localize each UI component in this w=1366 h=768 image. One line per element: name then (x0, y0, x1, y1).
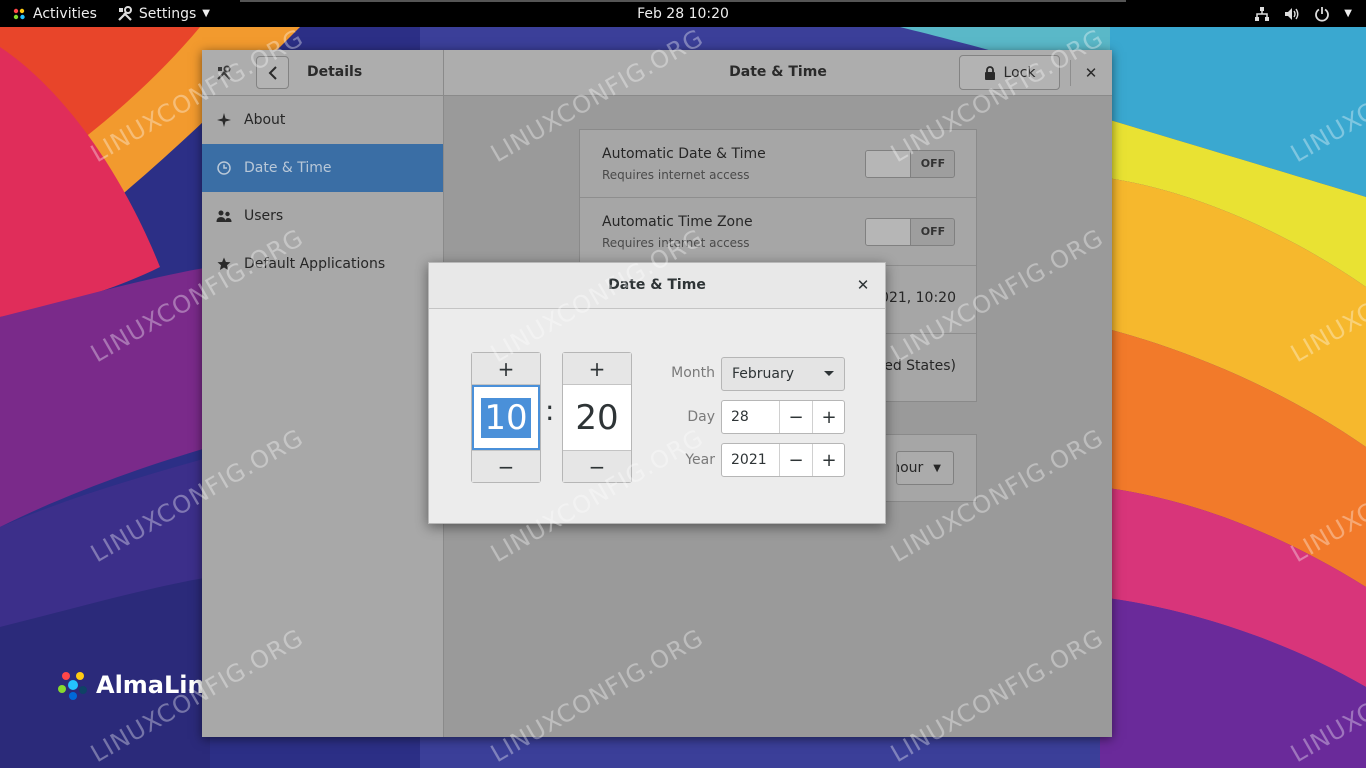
close-icon: ✕ (1084, 64, 1098, 82)
minus-icon: − (788, 449, 804, 471)
minute-value: 20 (575, 397, 619, 438)
hour-decrement-button[interactable]: − (472, 450, 540, 482)
top-bar: Activities Settings ▼ Feb 28 10:20 ▼ (0, 0, 1366, 27)
headerbar-separator (1070, 60, 1071, 86)
auto-time-zone-row[interactable]: Automatic Time Zone Requires internet ac… (580, 198, 976, 266)
day-label: Day (687, 409, 715, 425)
sidebar-item-label: Users (244, 208, 284, 224)
sidebar-item-date-time[interactable]: Date & Time (202, 144, 443, 192)
system-tray[interactable]: ▼ (1254, 0, 1352, 27)
year-spinbutton: 2021 − + (721, 443, 845, 477)
switch-label: OFF (920, 157, 946, 170)
panel-headerbar: Date & Time Lock ✕ (444, 50, 1112, 96)
sidebar-item-label: Default Applications (244, 256, 386, 272)
switch-label: OFF (920, 225, 946, 238)
chevron-left-icon (268, 65, 277, 80)
lock-button[interactable]: Lock (959, 55, 1060, 90)
minute-increment-button[interactable]: + (563, 353, 631, 385)
star-icon (216, 112, 232, 128)
month-dropdown[interactable]: February (721, 357, 845, 391)
sidebar-headerbar: Details (202, 50, 444, 96)
sidebar-item-default-applications[interactable]: Default Applications (202, 240, 443, 288)
year-label: Year (685, 452, 715, 468)
day-spinbutton: 28 − + (721, 400, 845, 434)
year-input[interactable]: 2021 (731, 452, 767, 468)
plus-icon: + (588, 356, 606, 381)
tools-icon (118, 5, 132, 21)
switch-knob (866, 219, 911, 245)
date-time-dialog: Date & Time ✕ + 10 − : + 20 − Month Febr… (428, 262, 886, 524)
date-time-value: 021, 10:20 (880, 290, 956, 306)
network-icon (1255, 6, 1270, 21)
clock[interactable]: Feb 28 10:20 (637, 6, 729, 22)
almalinux-logo: AlmaLinu (56, 668, 222, 702)
plus-icon: + (821, 406, 837, 428)
year-decrement-button[interactable]: − (779, 444, 812, 476)
tools-icon (217, 65, 231, 80)
plus-icon: + (497, 356, 515, 381)
almalinux-logo-icon (58, 672, 87, 700)
tray-chevron-down-icon: ▼ (1344, 8, 1352, 19)
sidebar-title: Details (307, 64, 363, 80)
sidebar-item-label: About (244, 112, 286, 128)
window-close-button[interactable]: ✕ (1080, 62, 1102, 84)
activities-label: Activities (33, 5, 97, 22)
auto-date-time-title: Automatic Date & Time (602, 146, 766, 162)
month-value: February (732, 366, 795, 382)
chevron-down-icon: ▼ (933, 462, 941, 474)
day-input[interactable]: 28 (731, 409, 749, 425)
hour-increment-button[interactable]: + (472, 353, 540, 385)
switch-knob (866, 151, 911, 177)
time-separator: : (545, 394, 555, 427)
day-decrement-button[interactable]: − (779, 401, 812, 433)
sidebar-item-label: Date & Time (244, 160, 332, 176)
dialog-headerbar: Date & Time ✕ (429, 263, 885, 309)
close-icon: ✕ (856, 276, 870, 294)
hour-value: 10 (481, 397, 531, 438)
year-increment-button[interactable]: + (812, 444, 844, 476)
dialog-body: + 10 − : + 20 − Month February Day 28 − … (429, 310, 885, 523)
back-button[interactable] (256, 56, 289, 89)
time-format-value: 4-hour (897, 460, 924, 476)
lock-icon (984, 65, 995, 80)
sidebar-item-about[interactable]: About (202, 96, 443, 144)
users-icon (216, 208, 232, 224)
distro-logo-icon (13, 8, 25, 19)
day-increment-button[interactable]: + (812, 401, 844, 433)
minus-icon: − (788, 406, 804, 428)
auto-time-zone-subtitle: Requires internet access (602, 236, 750, 250)
hour-input[interactable]: 10 (472, 385, 540, 450)
auto-date-time-subtitle: Requires internet access (602, 168, 750, 182)
auto-time-zone-title: Automatic Time Zone (602, 214, 753, 230)
minus-icon: − (588, 454, 606, 479)
app-menu[interactable]: Settings ▼ (117, 5, 210, 22)
auto-date-time-row[interactable]: Automatic Date & Time Requires internet … (580, 130, 976, 198)
topbar-divider (240, 0, 1126, 2)
time-zone-value: ted States) (878, 358, 956, 374)
settings-sidebar: About Date & Time Users Default Applicat… (202, 96, 444, 737)
month-label: Month (671, 365, 715, 381)
activities-button[interactable]: Activities (0, 0, 97, 27)
plus-icon: + (821, 449, 837, 471)
sidebar-item-users[interactable]: Users (202, 192, 443, 240)
chevron-down-icon: ▼ (202, 8, 210, 19)
clock-icon (216, 160, 232, 176)
star-filled-icon (216, 256, 232, 272)
auto-date-time-switch[interactable]: OFF (865, 150, 955, 178)
minute-decrement-button[interactable]: − (563, 450, 631, 482)
lock-label: Lock (1003, 64, 1036, 81)
power-icon (1315, 6, 1330, 22)
hour-spinner: + 10 − (471, 352, 541, 483)
time-format-dropdown[interactable]: 4-hour ▼ (896, 451, 954, 485)
app-menu-label: Settings (138, 5, 197, 22)
auto-time-zone-switch[interactable]: OFF (865, 218, 955, 246)
minus-icon: − (497, 454, 515, 479)
minute-input[interactable]: 20 (563, 385, 631, 450)
chevron-down-icon (824, 371, 834, 376)
volume-icon (1285, 7, 1299, 20)
dialog-close-button[interactable]: ✕ (853, 275, 873, 295)
dialog-title: Date & Time (608, 277, 706, 293)
minute-spinner: + 20 − (562, 352, 632, 483)
